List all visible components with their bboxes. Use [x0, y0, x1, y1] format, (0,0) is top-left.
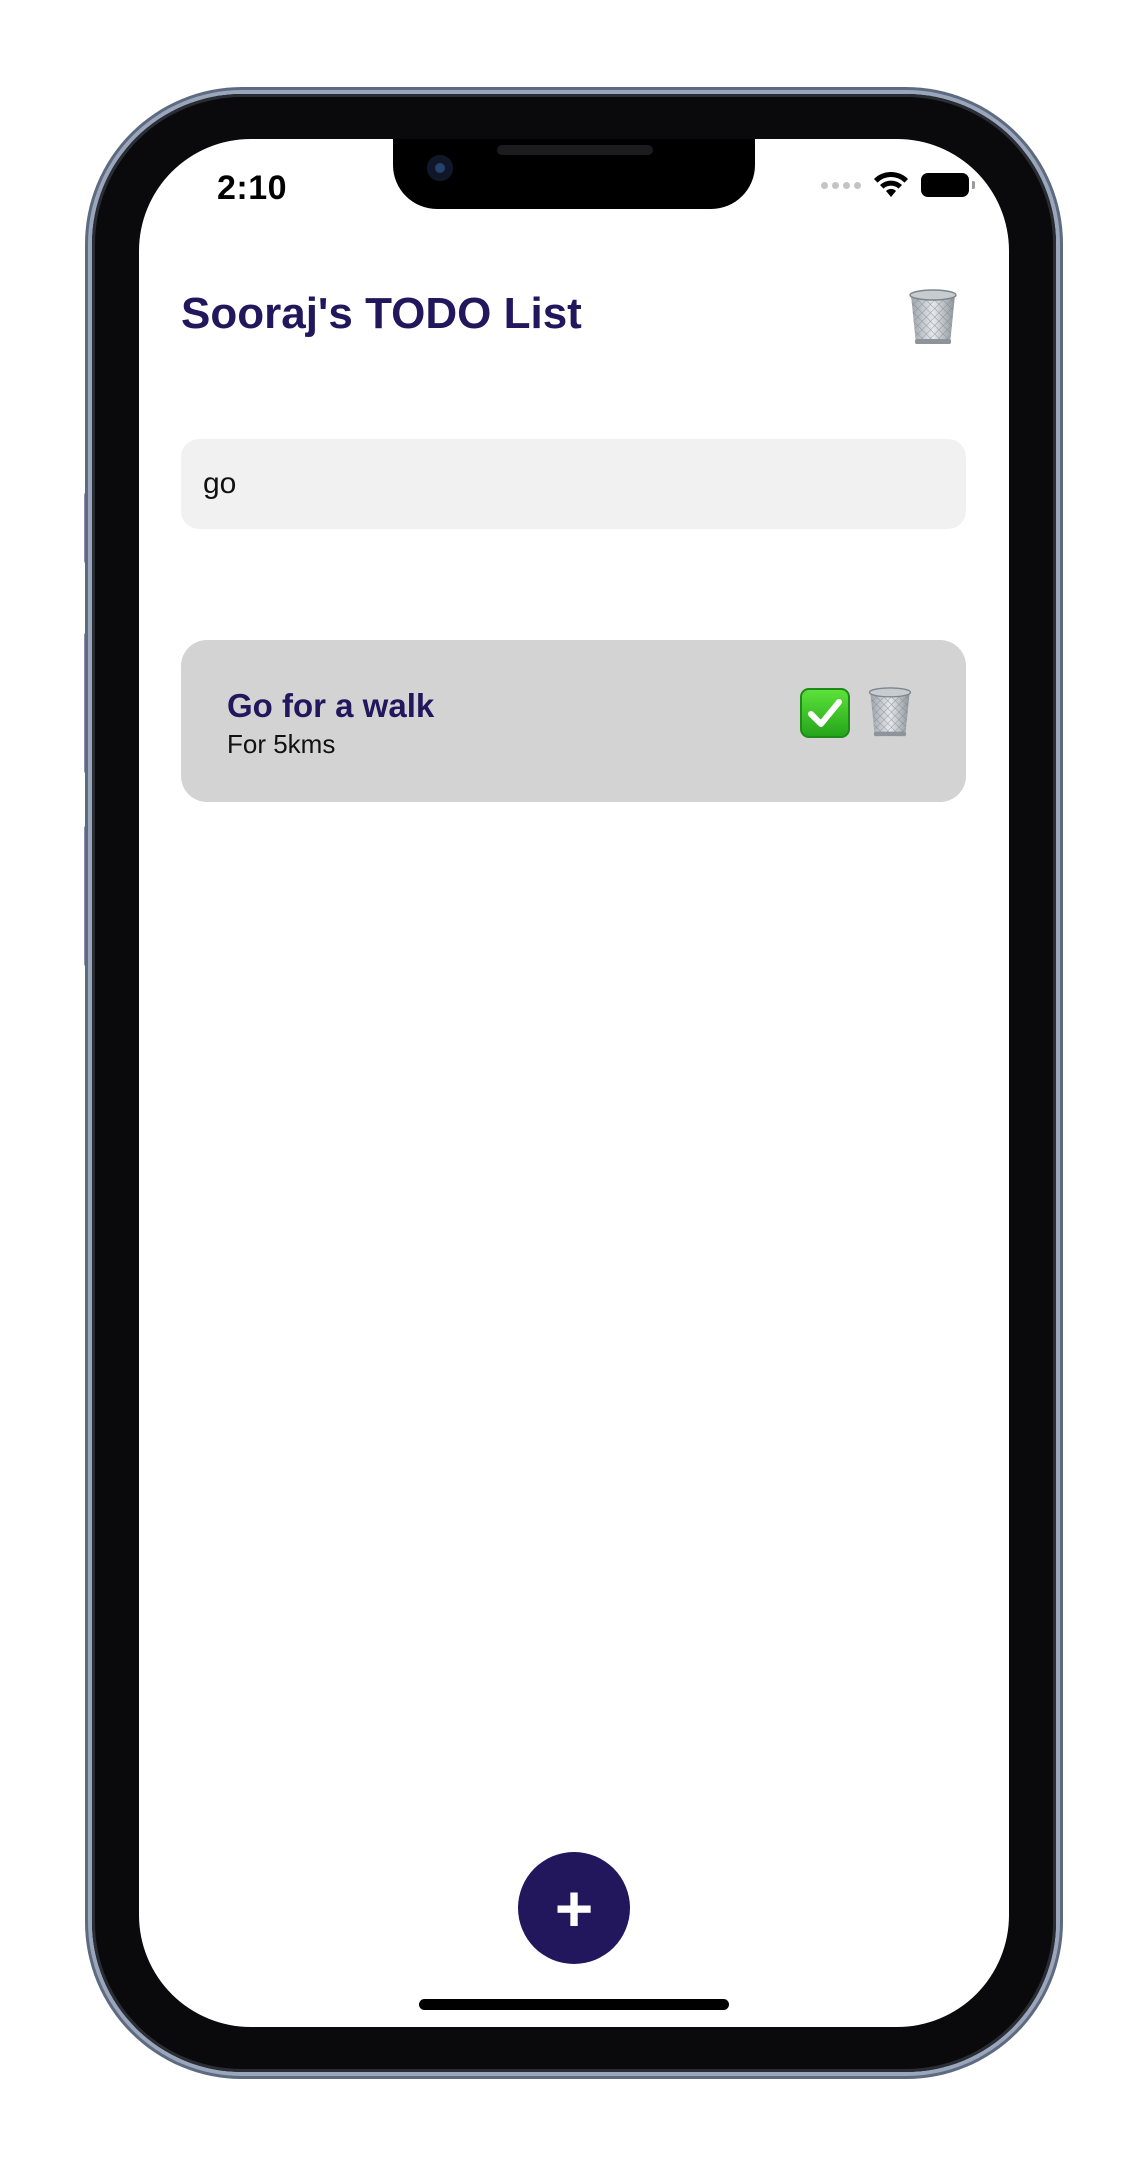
complete-todo-button[interactable]: [800, 688, 850, 738]
notch: [393, 139, 755, 209]
phone-frame: 2:10 Sooraj's TODO List go Go for a walk…: [92, 94, 1056, 2072]
trash-icon: [909, 289, 957, 344]
home-indicator: [419, 1999, 729, 2010]
status-time: 2:10: [217, 169, 288, 207]
todo-item[interactable]: Go for a walk For 5kms: [181, 640, 966, 802]
todo-description: For 5kms: [227, 729, 336, 759]
clear-all-button[interactable]: [905, 287, 961, 347]
add-todo-button[interactable]: +: [518, 1852, 630, 1964]
check-icon: [808, 699, 842, 727]
todo-title: Go for a walk: [227, 687, 435, 724]
speaker: [497, 145, 653, 155]
battery-icon: [921, 173, 975, 197]
status-indicators: [821, 171, 975, 199]
cellular-signal-icon: [821, 181, 861, 189]
wifi-icon: [874, 171, 908, 197]
trash-icon: [868, 687, 912, 737]
page-title: Sooraj's TODO List: [181, 289, 582, 338]
app-screen: 2:10 Sooraj's TODO List go Go for a walk…: [139, 139, 1009, 2027]
front-camera: [427, 155, 453, 181]
search-input[interactable]: [181, 439, 966, 529]
delete-todo-button[interactable]: [865, 684, 915, 740]
